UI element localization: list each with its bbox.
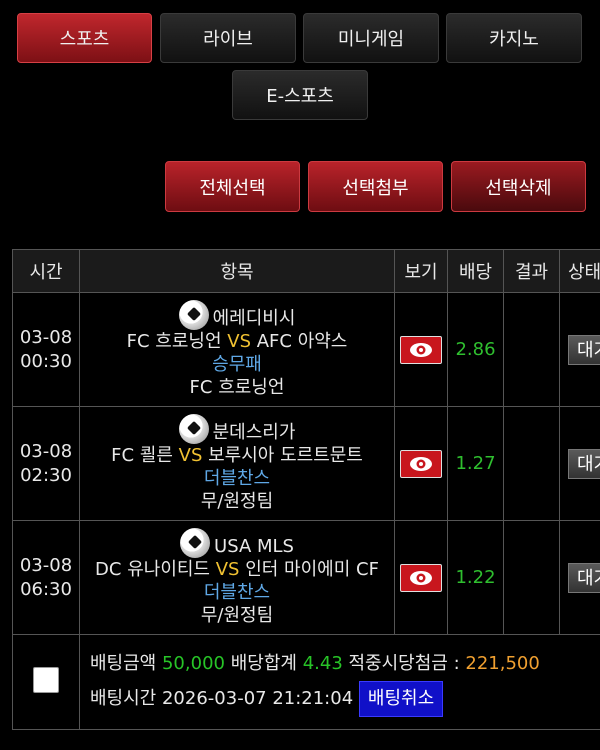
odds-total: 4.43 (302, 653, 343, 674)
odds-total-label: 배당합계 (230, 653, 297, 674)
home-team: FC 쾰른 (111, 445, 173, 466)
summary-amounts: 배팅금액 50,000 배당합계 4.43 적중시당첨금 : 221,500 (80, 647, 600, 681)
match-time: 02:30 (20, 464, 72, 486)
odds-value: 2.86 (447, 292, 504, 407)
table-row: 03-08 02:30 분데스리가 FC 쾰른 VS 보루시아 도르트문트 더블… (12, 406, 600, 521)
select-cell (12, 634, 80, 730)
soccer-ball-icon (178, 300, 209, 330)
vs-label: VS (215, 559, 240, 580)
table-row: 03-08 00:30 에레디비시 FC 흐로닝언 VS AFC 아약스 승무패… (12, 292, 600, 407)
result-cell (503, 520, 560, 635)
odds-value: 1.22 (447, 520, 504, 635)
status-badge: 대기 (568, 562, 600, 593)
select-all-button[interactable]: 전체선택 (165, 161, 300, 212)
cancel-bet-button[interactable]: 배팅취소 (358, 681, 444, 717)
header-item: 항목 (79, 249, 395, 293)
view-cell (394, 292, 448, 407)
time-cell: 03-08 06:30 (12, 520, 80, 635)
eye-icon[interactable] (400, 449, 442, 478)
match-cell: USA MLS DC 유나이티드 VS 인터 마이에미 CF 더블찬스 무/원정… (79, 520, 395, 635)
soccer-ball-icon (178, 414, 209, 444)
league-name: USA MLS (214, 536, 294, 557)
summary-cell: 배팅금액 50,000 배당합계 4.43 적중시당첨금 : 221,500 배… (79, 634, 600, 730)
header-view: 보기 (394, 249, 448, 293)
soccer-ball-icon (180, 528, 211, 558)
tab-casino[interactable]: 카지노 (446, 13, 582, 63)
match-time: 06:30 (20, 578, 72, 600)
payout-label: 적중시당첨금 : (348, 653, 460, 674)
tab-esports[interactable]: E-스포츠 (232, 70, 368, 120)
attach-selected-button[interactable]: 선택첨부 (308, 161, 443, 212)
bet-amount: 50,000 (161, 653, 225, 674)
tab-minigame[interactable]: 미니게임 (303, 13, 439, 63)
table-header-row: 시간 항목 보기 배당 결과 상태 (12, 249, 600, 293)
away-team: 인터 마이에미 CF (245, 559, 379, 580)
status-cell: 대기 (559, 520, 600, 635)
tab-live[interactable]: 라이브 (160, 13, 296, 63)
header-result: 결과 (503, 249, 560, 293)
bet-pick: FC 흐로닝언 (189, 377, 285, 398)
home-team: DC 유나이티드 (95, 559, 210, 580)
status-badge: 대기 (568, 334, 600, 365)
odds-value: 1.27 (447, 406, 504, 521)
header-odds: 배당 (447, 249, 504, 293)
match-date: 03-08 (19, 326, 73, 348)
bet-pick: 무/원정팀 (200, 605, 274, 626)
payout-amount: 221,500 (465, 653, 540, 674)
view-cell (394, 520, 448, 635)
status-badge: 대기 (568, 448, 600, 479)
time-cell: 03-08 02:30 (12, 406, 80, 521)
home-team: FC 흐로닝언 (126, 331, 222, 352)
eye-icon[interactable] (400, 335, 442, 364)
delete-selected-button[interactable]: 선택삭제 (451, 161, 586, 212)
vs-label: VS (227, 331, 251, 352)
bet-amount-label: 배팅금액 (90, 653, 157, 674)
table-row: 03-08 06:30 USA MLS DC 유나이티드 VS 인터 마이에미 … (12, 520, 600, 635)
bet-pick: 무/원정팀 (200, 491, 274, 512)
away-team: AFC 아약스 (256, 331, 348, 352)
bet-type: 더블찬스 (203, 582, 271, 603)
result-cell (503, 292, 560, 407)
view-cell (394, 406, 448, 521)
header-status: 상태 (559, 249, 600, 293)
bet-time: 2026-03-07 21:21:04 (161, 688, 354, 709)
vs-label: VS (178, 445, 203, 466)
summary-time: 배팅시간 2026-03-07 21:21:04 배팅취소 (80, 681, 600, 717)
league-name: 분데스리가 (212, 422, 296, 443)
bet-history-table: 시간 항목 보기 배당 결과 상태 03-08 00:30 에레디비시 FC 흐… (12, 249, 600, 730)
time-cell: 03-08 00:30 (12, 292, 80, 407)
match-date: 03-08 (19, 554, 73, 576)
result-cell (503, 406, 560, 521)
bet-time-label: 배팅시간 (90, 688, 157, 709)
league-name: 에레디비시 (212, 308, 296, 329)
match-date: 03-08 (19, 440, 73, 462)
away-team: 보루시아 도르트문트 (208, 445, 363, 466)
select-checkbox[interactable] (33, 666, 59, 693)
match-cell: 에레디비시 FC 흐로닝언 VS AFC 아약스 승무패 FC 흐로닝언 (79, 292, 395, 407)
tab-sports[interactable]: 스포츠 (17, 13, 152, 63)
bet-summary-row: 배팅금액 50,000 배당합계 4.43 적중시당첨금 : 221,500 배… (12, 634, 600, 730)
header-time: 시간 (12, 249, 80, 293)
match-cell: 분데스리가 FC 쾰른 VS 보루시아 도르트문트 더블찬스 무/원정팀 (79, 406, 395, 521)
bet-type: 승무패 (212, 354, 262, 375)
status-cell: 대기 (559, 292, 600, 407)
eye-icon[interactable] (400, 563, 442, 592)
bet-type: 더블찬스 (203, 468, 271, 489)
status-cell: 대기 (559, 406, 600, 521)
match-time: 00:30 (20, 350, 72, 372)
